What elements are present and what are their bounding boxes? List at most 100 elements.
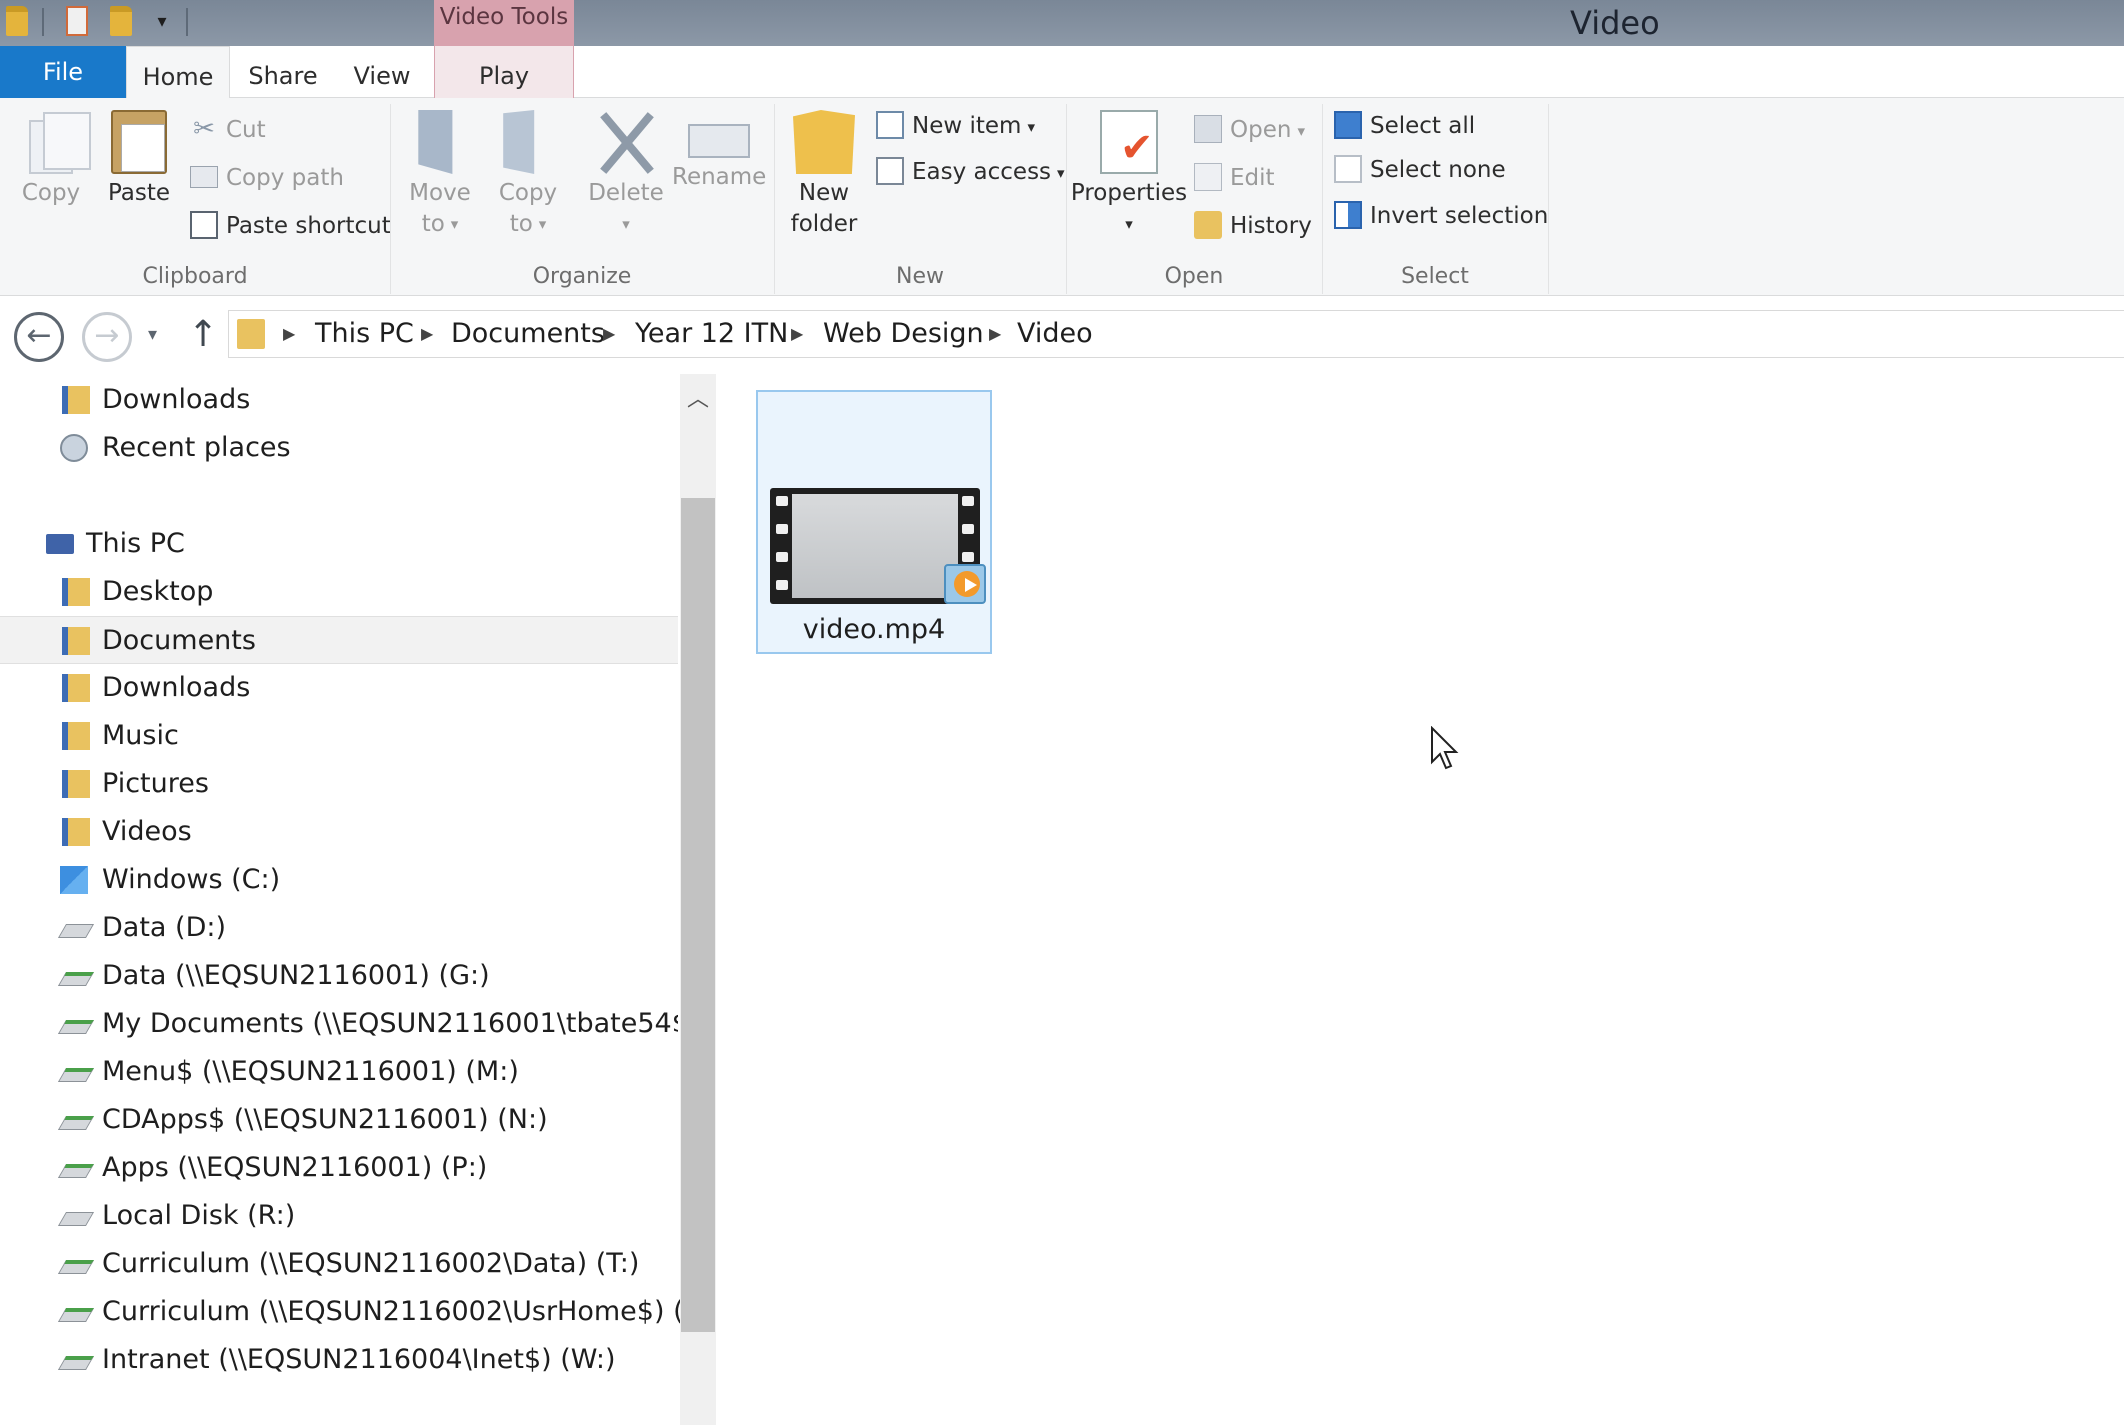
nav-item-label: This PC [86, 528, 185, 559]
invert-selection-button[interactable]: Invert selection [1334, 196, 1548, 236]
tab-play[interactable]: Play [434, 46, 574, 98]
cut-button[interactable]: ✂ Cut [190, 110, 266, 150]
paste-button[interactable]: Paste [100, 98, 178, 209]
rename-label: Rename [672, 164, 767, 190]
nav-item-recent-places[interactable]: Recent places [0, 424, 678, 472]
nav-item-apps-p[interactable]: Apps (\\EQSUN2116001) (P:) [0, 1144, 678, 1192]
nav-item-my-documents-h[interactable]: My Documents (\\EQSUN2116001\tbate54$) (… [0, 1000, 678, 1048]
delete-label: Delete [588, 180, 664, 206]
nav-item-intranet-w[interactable]: Intranet (\\EQSUN2116004\Inet$) (W:) [0, 1336, 678, 1384]
move-to-button[interactable]: Move to ▾ [400, 98, 480, 240]
breadcrumb-video[interactable]: Video [1017, 311, 1093, 357]
scrollbar-thumb[interactable] [681, 498, 715, 1332]
select-none-button[interactable]: Select none [1334, 150, 1506, 190]
network-drive-icon [57, 1356, 95, 1370]
new-folder-qat-icon[interactable] [110, 6, 132, 36]
breadcrumb-chevron-icon[interactable]: ▶ [603, 311, 615, 357]
nav-item-curriculum-t[interactable]: Curriculum (\\EQSUN2116002\Data) (T:) [0, 1240, 678, 1288]
nav-item-this-pc[interactable]: This PC [0, 520, 678, 568]
tab-file[interactable]: File [0, 46, 126, 98]
nav-item-curriculum-u[interactable]: Curriculum (\\EQSUN2116002\UsrHome$) (U:… [0, 1288, 723, 1336]
clipboard-group-label: Clipboard [142, 264, 248, 289]
up-arrow-icon[interactable]: ↑ [188, 314, 218, 355]
breadcrumb-year-12-itn[interactable]: Year 12 ITN [635, 311, 788, 357]
nav-item-pictures[interactable]: Pictures [0, 760, 678, 808]
new-item-label: New item [912, 113, 1022, 139]
scroll-up-chevron-icon[interactable]: ︿ [680, 382, 716, 418]
nav-item-cdapps-n[interactable]: CDApps$ (\\EQSUN2116001) (N:) [0, 1096, 678, 1144]
file-item-video-mp4[interactable]: video.mp4 [756, 390, 992, 654]
nav-item-menu-m[interactable]: Menu$ (\\EQSUN2116001) (M:) [0, 1048, 678, 1096]
nav-item-windows-c[interactable]: Windows (C:) [0, 856, 678, 904]
edit-button[interactable]: Edit [1194, 158, 1275, 198]
delete-button[interactable]: Delete ▾ [586, 98, 666, 240]
new-item-button[interactable]: New item ▾ [876, 106, 1035, 146]
open-button[interactable]: Open ▾ [1194, 110, 1305, 150]
tab-view[interactable]: View [336, 46, 428, 98]
nav-item-label: Music [102, 720, 179, 751]
select-all-button[interactable]: Select all [1334, 106, 1475, 146]
file-list-pane[interactable]: video.mp4 [716, 374, 2124, 1425]
breadcrumb-documents[interactable]: Documents [451, 311, 605, 357]
rename-button[interactable]: Rename [672, 98, 766, 193]
chevron-down-icon: ▾ [1297, 121, 1305, 140]
copy-to-icon [503, 110, 535, 174]
downloads-folder-icon [62, 674, 90, 702]
nav-item-music[interactable]: Music [0, 712, 678, 760]
rename-icon [688, 124, 750, 158]
music-folder-icon [62, 722, 90, 750]
address-bar[interactable]: ▶ This PC ▶ Documents ▶ Year 12 ITN ▶ We… [228, 310, 2124, 358]
breadcrumb-chevron-icon[interactable]: ▶ [989, 311, 1001, 357]
nav-item-data-d[interactable]: Data (D:) [0, 904, 678, 952]
nav-item-label: Videos [102, 816, 192, 847]
forward-arrow-icon[interactable]: → [82, 312, 132, 362]
breadcrumb-chevron-icon[interactable]: ▶ [791, 311, 803, 357]
ribbon: Copy Paste ✂ Cut Copy path Paste shortcut… [0, 98, 2124, 296]
nav-item-documents[interactable]: Documents [0, 616, 678, 664]
new-folder-button[interactable]: New folder [782, 98, 866, 240]
paste-shortcut-button[interactable]: Paste shortcut [190, 206, 391, 246]
tab-share[interactable]: Share [230, 46, 336, 98]
tab-home[interactable]: Home [126, 46, 230, 99]
recent-places-icon [60, 434, 88, 462]
network-drive-icon [57, 1116, 95, 1130]
history-button[interactable]: History [1194, 206, 1312, 246]
invert-selection-label: Invert selection [1370, 203, 1549, 229]
breadcrumb-chevron-icon[interactable]: ▶ [283, 311, 295, 357]
nav-item-local-disk-r[interactable]: Local Disk (R:) [0, 1192, 678, 1240]
copy-path-button[interactable]: Copy path [190, 158, 344, 198]
nav-item-downloads-favorite[interactable]: Downloads [0, 376, 678, 424]
network-drive-icon [57, 1068, 95, 1082]
nav-item-desktop[interactable]: Desktop [0, 568, 678, 616]
nav-item-label: Windows (C:) [102, 864, 281, 895]
copy-to-button[interactable]: Copy to ▾ [488, 98, 568, 240]
properties-button[interactable]: Properties ▾ [1070, 98, 1188, 240]
navigation-pane-scrollbar[interactable]: ︿ [680, 374, 716, 1425]
nav-item-videos[interactable]: Videos [0, 808, 678, 856]
nav-item-downloads[interactable]: Downloads [0, 664, 678, 712]
easy-access-button[interactable]: Easy access ▾ [876, 152, 1065, 192]
nav-item-label: CDApps$ (\\EQSUN2116001) (N:) [102, 1104, 548, 1135]
edit-label: Edit [1230, 165, 1275, 191]
nav-item-label: Data (D:) [102, 912, 227, 943]
breadcrumb-chevron-icon[interactable]: ▶ [421, 311, 433, 357]
qat-dropdown-icon[interactable]: ▾ [152, 12, 172, 32]
nav-item-label: Apps (\\EQSUN2116001) (P:) [102, 1152, 488, 1183]
network-drive-icon [57, 1308, 95, 1322]
qat-separator [42, 8, 44, 36]
properties-qat-icon[interactable] [66, 6, 88, 36]
paste-icon [111, 110, 167, 174]
breadcrumb-web-design[interactable]: Web Design [823, 311, 984, 357]
copy-label: Copy [21, 180, 81, 206]
breadcrumb-this-pc[interactable]: This PC [315, 311, 414, 357]
copy-button[interactable]: Copy [12, 98, 91, 209]
nav-item-label: Local Disk (R:) [102, 1200, 296, 1231]
recent-locations-chevron-icon[interactable]: ▾ [148, 324, 157, 345]
new-group-label: New [896, 264, 944, 289]
copy-path-label: Copy path [226, 165, 344, 191]
back-arrow-icon[interactable]: ← [14, 312, 64, 362]
play-badge-icon [944, 564, 986, 604]
nav-item-data-g[interactable]: Data (\\EQSUN2116001) (G:) [0, 952, 678, 1000]
video-tools-context-label: Video Tools [434, 0, 574, 46]
properties-label: Properties [1070, 180, 1188, 206]
